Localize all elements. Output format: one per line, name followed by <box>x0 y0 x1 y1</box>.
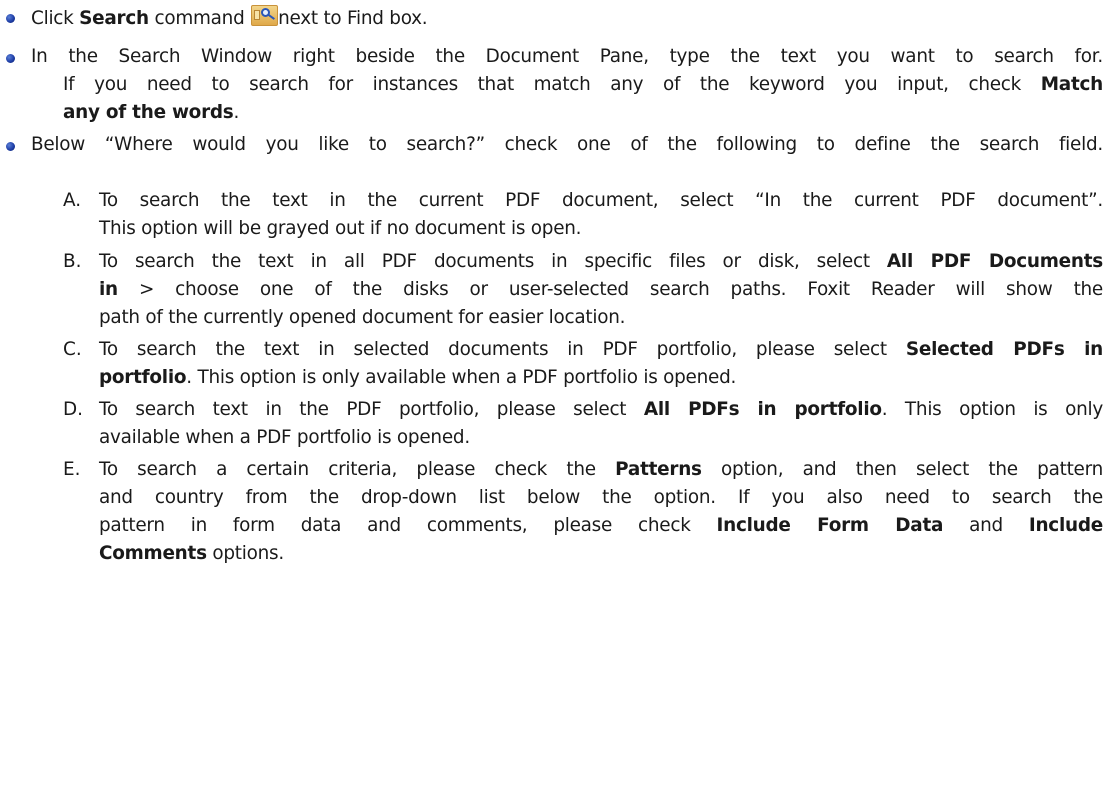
option-text: . This option is only <box>881 399 1103 420</box>
option-line: pattern in form data and comments, pleas… <box>99 514 1103 538</box>
option-marker: E. <box>63 459 81 480</box>
option-line: and country from the drop-down list belo… <box>99 487 1103 508</box>
bold-term: All PDF Documents <box>886 251 1103 272</box>
bullet-text: . <box>233 102 240 123</box>
bullet-line: any of the words. <box>63 101 239 125</box>
search-icon <box>251 5 279 26</box>
option-line: To search the text in all PDF documents … <box>99 250 1103 274</box>
bullet-text: next to Find box. <box>278 8 428 29</box>
option-text: To search the text in selected documents… <box>99 339 906 360</box>
bold-term: Search <box>79 8 149 29</box>
bold-term: Selected PDFs in <box>905 339 1103 360</box>
option-line: To search the text in the current PDF do… <box>99 190 1103 211</box>
bullet-text: If you need to search for instances that… <box>63 74 1041 95</box>
option-line: This option will be grayed out if no doc… <box>99 218 582 239</box>
option-text: To search a certain criteria, please che… <box>99 459 616 480</box>
bold-term: in <box>99 279 118 300</box>
bold-term: portfolio <box>99 367 187 388</box>
bold-term: Patterns <box>615 459 702 480</box>
bold-term: All PDFs in portfolio <box>643 399 882 420</box>
bullet-line: Below “Where would you like to search?” … <box>31 134 1103 155</box>
bullet-text: command <box>148 8 251 29</box>
option-text: To search text in the PDF portfolio, ple… <box>99 399 644 420</box>
bold-term: Match <box>1040 74 1104 95</box>
option-text: options. <box>206 543 284 564</box>
option-line: path of the currently opened document fo… <box>99 307 626 328</box>
option-line: To search the text in selected documents… <box>99 338 1103 362</box>
option-marker: C. <box>63 339 82 360</box>
option-marker: D. <box>63 399 84 420</box>
bullet-line: Click Search command next to Find box. <box>31 5 428 31</box>
bullet-dot-icon <box>6 14 15 23</box>
bold-term: Include Form Data <box>716 515 944 536</box>
option-line: Comments options. <box>99 542 284 566</box>
option-text: option, and then select the pattern <box>701 459 1103 480</box>
option-line: in > choose one of the disks or user-sel… <box>99 278 1103 302</box>
bullet-text: Click <box>31 8 80 29</box>
bullet-dot-icon <box>6 142 15 151</box>
option-text: > choose one of the disks or user-select… <box>117 279 1103 300</box>
bold-term: any of the words <box>63 102 234 123</box>
bold-term: Include <box>1028 515 1103 536</box>
bold-term: Comments <box>99 543 207 564</box>
option-line: available when a PDF portfolio is opened… <box>99 427 470 448</box>
option-text: pattern in form data and comments, pleas… <box>99 515 717 536</box>
option-text: and <box>943 515 1029 536</box>
option-text: . This option is only available when a P… <box>186 367 737 388</box>
option-marker: A. <box>63 190 82 211</box>
option-text: To search the text in all PDF documents … <box>99 251 887 272</box>
option-line: To search text in the PDF portfolio, ple… <box>99 398 1103 422</box>
option-line: To search a certain criteria, please che… <box>99 458 1103 482</box>
option-marker: B. <box>63 251 82 272</box>
bullet-line: In the Search Window right beside the Do… <box>31 46 1103 67</box>
document-page: Click Search command next to Find box. I… <box>0 0 1117 799</box>
bullet-line: If you need to search for instances that… <box>63 73 1103 97</box>
bullet-dot-icon <box>6 54 15 63</box>
option-line: portfolio. This option is only available… <box>99 366 736 390</box>
